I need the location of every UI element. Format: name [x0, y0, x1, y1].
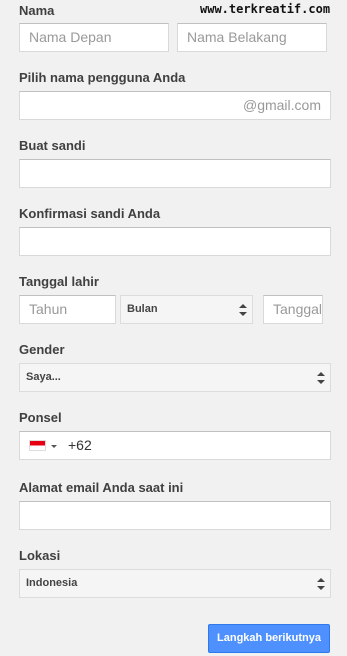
watermark-text: www.terkreatif.com	[200, 2, 331, 16]
chevron-down-icon[interactable]	[51, 445, 57, 448]
gender-select[interactable]: Saya...	[19, 363, 331, 392]
username-input[interactable]: @gmail.com	[19, 91, 331, 120]
password-input[interactable]	[19, 159, 331, 188]
first-name-placeholder: Nama Depan	[29, 29, 112, 45]
updown-arrows-icon	[317, 578, 325, 590]
password-label: Buat sandi	[19, 138, 86, 153]
birth-month-value: Bulan	[127, 303, 158, 315]
gender-label: Gender	[19, 342, 65, 357]
birth-day-input[interactable]: Tanggal	[263, 295, 323, 324]
last-name-input[interactable]: Nama Belakang	[177, 23, 327, 52]
birth-year-placeholder: Tahun	[29, 301, 68, 317]
current-email-input[interactable]	[19, 501, 331, 530]
username-label: Pilih nama pengguna Anda	[19, 70, 186, 85]
confirm-password-label: Konfirmasi sandi Anda	[19, 206, 161, 221]
phone-input[interactable]: +62	[19, 431, 331, 460]
first-name-input[interactable]: Nama Depan	[19, 23, 169, 52]
location-value: Indonesia	[26, 577, 78, 589]
birth-month-select[interactable]: Bulan	[120, 295, 253, 324]
updown-arrows-icon	[317, 372, 325, 384]
birthdate-label: Tanggal lahir	[19, 274, 99, 289]
indonesia-flag-icon[interactable]	[29, 440, 46, 451]
gender-value: Saya...	[26, 371, 61, 383]
last-name-placeholder: Nama Belakang	[187, 29, 287, 45]
birth-year-input[interactable]: Tahun	[19, 295, 116, 324]
updown-arrows-icon	[239, 304, 247, 316]
confirm-password-input[interactable]	[19, 227, 331, 256]
phone-country-code: +62	[68, 437, 92, 453]
current-email-label: Alamat email Anda saat ini	[19, 480, 184, 495]
birth-day-placeholder: Tanggal	[273, 301, 323, 317]
name-label: Nama	[19, 3, 55, 18]
gmail-suffix: @gmail.com	[242, 97, 321, 113]
location-select[interactable]: Indonesia	[19, 569, 331, 598]
phone-label: Ponsel	[19, 410, 62, 425]
location-label: Lokasi	[19, 548, 61, 563]
next-step-button[interactable]: Langkah berikutnya	[208, 624, 330, 653]
